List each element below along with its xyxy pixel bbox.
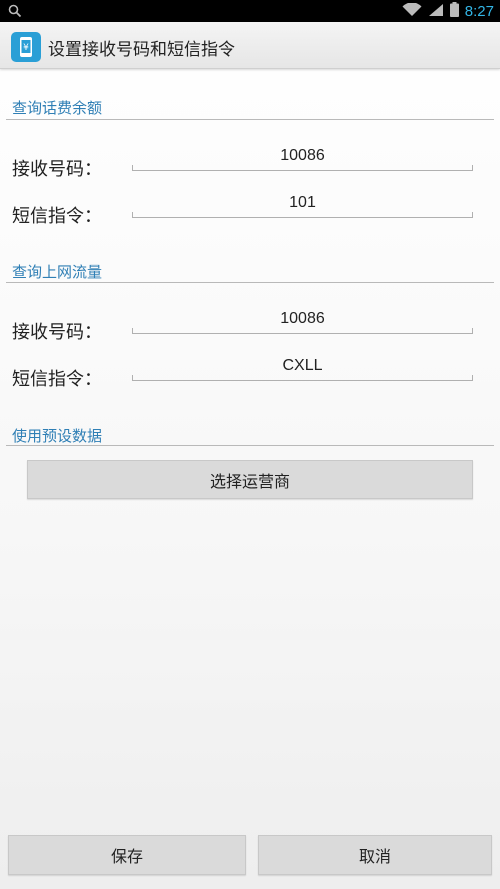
section-divider — [6, 445, 494, 446]
receive-number-input[interactable] — [132, 305, 473, 333]
receive-number-label: 接收号码： — [12, 159, 102, 180]
clock: 8:27 — [464, 2, 494, 20]
sms-command-input[interactable] — [132, 189, 473, 217]
page-title: 设置接收号码和短信指令 — [48, 40, 235, 60]
receive-number-field[interactable] — [132, 305, 473, 334]
section-divider — [6, 282, 494, 283]
select-carrier-button[interactable]: 选择运营商 — [27, 460, 473, 499]
status-bar: 8:27 — [0, 0, 500, 22]
sms-command-label: 短信指令： — [12, 369, 102, 390]
save-button[interactable]: 保存 — [8, 835, 246, 875]
wifi-icon — [402, 1, 422, 21]
section-title-balance: 查询话费余额 — [12, 99, 103, 117]
svg-text:¥: ¥ — [23, 43, 29, 53]
search-icon — [8, 3, 22, 22]
sms-command-field[interactable] — [132, 189, 473, 218]
receive-number-input[interactable] — [132, 142, 473, 170]
section-title-data: 查询上网流量 — [12, 263, 103, 281]
action-bar: ¥ 设置接收号码和短信指令 — [0, 22, 500, 69]
section-divider — [6, 119, 494, 120]
battery-icon — [449, 1, 459, 21]
receive-number-label: 接收号码： — [12, 322, 102, 343]
signal-icon — [428, 2, 444, 21]
section-title-preset: 使用预设数据 — [12, 427, 103, 445]
app-icon[interactable]: ¥ — [11, 32, 41, 62]
sms-command-field[interactable] — [132, 352, 473, 381]
sms-command-input[interactable] — [132, 352, 473, 380]
cancel-button[interactable]: 取消 — [258, 835, 492, 875]
receive-number-field[interactable] — [132, 142, 473, 171]
sms-command-label: 短信指令： — [12, 206, 102, 227]
